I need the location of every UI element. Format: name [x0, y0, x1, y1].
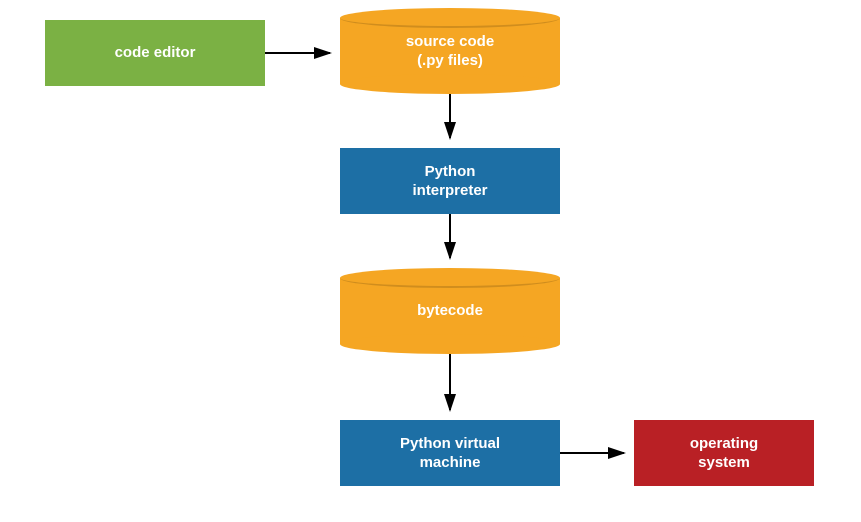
- node-source-code: source code (.py files): [340, 18, 560, 84]
- node-python-vm: Python virtual machine: [340, 420, 560, 486]
- arrow-editor-to-source: [265, 43, 340, 63]
- arrow-source-to-interpreter: [440, 94, 460, 148]
- node-python-interpreter: Python interpreter: [340, 148, 560, 214]
- node-label: operating system: [690, 434, 758, 473]
- arrow-interpreter-to-bytecode: [440, 214, 460, 268]
- node-code-editor: code editor: [45, 20, 265, 86]
- node-label: Python interpreter: [412, 162, 487, 201]
- arrow-bytecode-to-vm: [440, 354, 460, 420]
- arrow-vm-to-os: [560, 443, 634, 463]
- node-label: Python virtual machine: [400, 434, 500, 473]
- node-label: bytecode: [417, 301, 483, 321]
- node-label: source code (.py files): [406, 32, 494, 71]
- node-operating-system: operating system: [634, 420, 814, 486]
- node-label: code editor: [115, 43, 196, 63]
- node-bytecode: bytecode: [340, 278, 560, 344]
